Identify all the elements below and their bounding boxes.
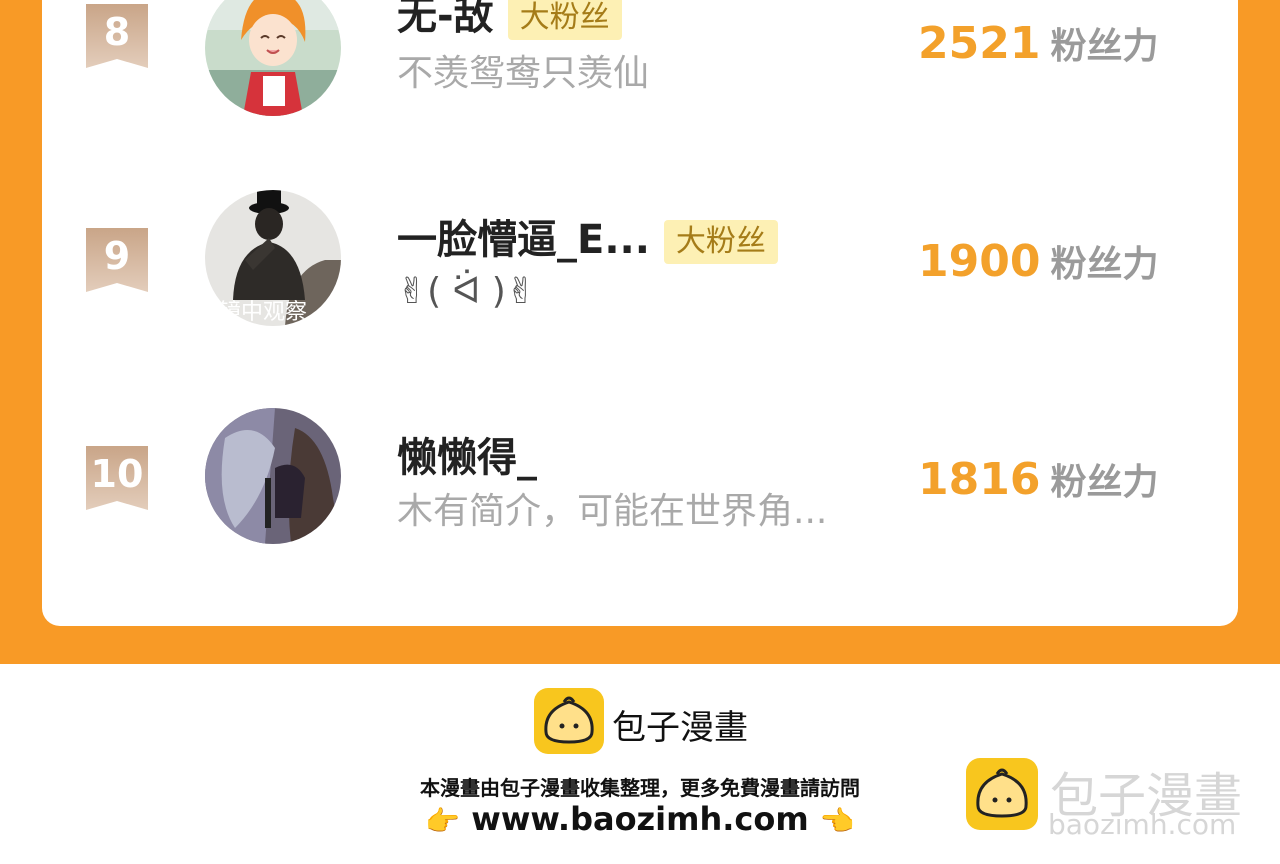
rank-badge: 9 xyxy=(86,228,148,292)
ranking-row-8[interactable]: 8 无-敌 大粉丝 不羡鸳鸯只羡仙 2521 粉丝力 xyxy=(42,0,1238,120)
fan-power-value: 1816 xyxy=(918,454,1041,505)
baozi-logo-icon xyxy=(534,688,604,754)
user-bio: 木有简介，可能在世界角... xyxy=(397,491,828,532)
fan-power-unit: 粉丝力 xyxy=(1050,244,1159,285)
fan-power-value: 1900 xyxy=(918,236,1041,287)
avatar[interactable] xyxy=(205,0,341,116)
pointing-right-icon: 👉 xyxy=(425,804,461,838)
user-bio: 不羡鸳鸯只羡仙 xyxy=(397,53,650,94)
user-name-text[interactable]: 懒懒得_ xyxy=(397,435,537,481)
watermark-logo-icon xyxy=(966,758,1038,830)
fan-power-value: 2521 xyxy=(918,18,1041,69)
fan-power: 1900 粉丝力 xyxy=(918,236,1158,297)
user-bio: ✌( ᐛ )✌ xyxy=(397,271,536,312)
watermark-subtitle: baozimh.com xyxy=(1048,808,1237,841)
avatar[interactable]: 镜中观察 xyxy=(205,190,341,326)
footer-brand: 包子漫畫 xyxy=(612,708,748,748)
user-name-text[interactable]: 无-敌 xyxy=(397,0,494,39)
avatar-image xyxy=(205,0,341,116)
user-name-text[interactable]: 一脸懵逼_E... xyxy=(397,217,650,263)
user-name[interactable]: 无-敌 大粉丝 xyxy=(397,0,622,40)
fan-badge: 大粉丝 xyxy=(663,220,778,264)
rank-badge: 10 xyxy=(86,446,148,510)
ranking-card: 8 无-敌 大粉丝 不羡鸳鸯只羡仙 2521 粉丝力 9 镜中观察 一脸懵逼_E… xyxy=(42,0,1238,626)
fan-power-unit: 粉丝力 xyxy=(1050,462,1159,503)
ranking-row-9[interactable]: 9 镜中观察 一脸懵逼_E... 大粉丝 ✌( ᐛ )✌ 1900 粉丝力 xyxy=(42,190,1238,330)
avatar[interactable] xyxy=(205,408,341,544)
fan-power: 2521 粉丝力 xyxy=(918,18,1158,79)
fan-power: 1816 粉丝力 xyxy=(918,454,1158,515)
ranking-row-10[interactable]: 10 懒懒得_ 木有简介，可能在世界角... 1816 粉丝力 xyxy=(42,408,1238,548)
avatar-overlay-text: 镜中观察 xyxy=(219,300,308,325)
user-name[interactable]: 一脸懵逼_E... 大粉丝 xyxy=(397,216,778,264)
avatar-image xyxy=(205,408,341,544)
user-name[interactable]: 懒懒得_ xyxy=(397,434,537,482)
footer-url-link[interactable]: www.baozimh.com xyxy=(471,800,808,838)
fan-power-unit: 粉丝力 xyxy=(1050,26,1159,67)
pointing-left-icon: 👈 xyxy=(819,804,855,838)
fan-badge: 大粉丝 xyxy=(507,0,622,40)
rank-badge: 8 xyxy=(86,4,148,68)
